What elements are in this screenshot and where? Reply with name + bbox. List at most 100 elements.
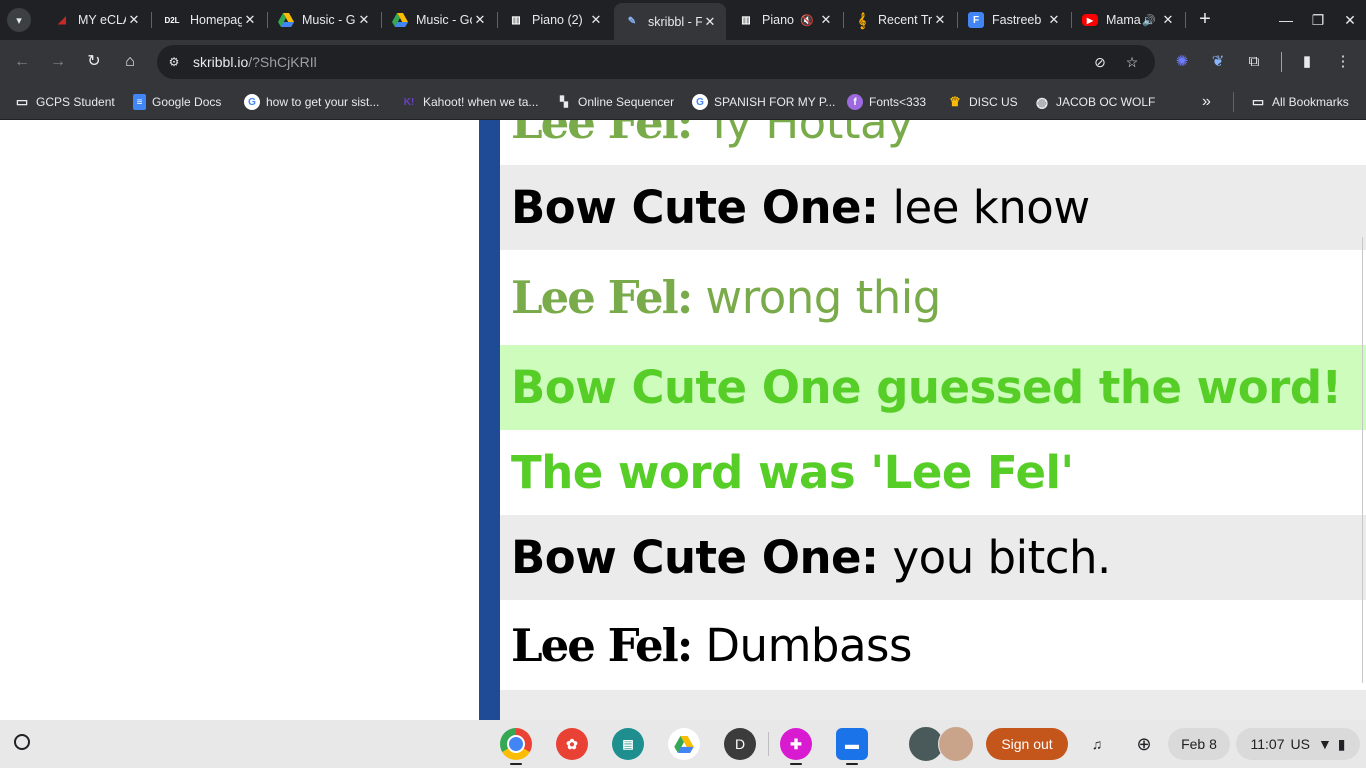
side-panel-icon[interactable]: ▮ <box>1296 51 1318 73</box>
toolbar-separator <box>1281 52 1282 72</box>
site-info-icon[interactable]: ⚙ <box>166 54 182 70</box>
plus-app-icon[interactable]: ✚ <box>780 728 812 760</box>
more-bookmarks-icon[interactable]: » <box>1202 93 1211 111</box>
tab-homepage[interactable]: D2L Homepage ✕ <box>152 5 266 35</box>
wifi-icon: ▼ <box>1317 736 1332 752</box>
tab-piano[interactable]: ▥ Piano 🔇 ✕ <box>728 5 842 35</box>
eclass-icon: ◢ <box>58 14 66 26</box>
bookmark-online-sequencer[interactable]: ▚ Online Sequencer <box>556 93 674 111</box>
bookmark-label: Fonts<333 <box>869 95 927 109</box>
google-icon: G <box>244 94 260 110</box>
chat-text: you bitch. <box>892 531 1112 584</box>
chat-text: The word was 'Lee Fel' <box>511 446 1074 499</box>
running-indicator <box>846 763 858 765</box>
maximize-icon[interactable]: ❐ <box>1306 8 1330 32</box>
tab-fastreeb[interactable]: F Fastreeb ✕ <box>958 5 1070 35</box>
canvas-icon[interactable]: ✿ <box>556 728 588 760</box>
tab-myeclass[interactable]: ◢ MY eCLASS ✕ <box>44 5 150 35</box>
chat-message-cut-off <box>500 690 1366 720</box>
close-icon[interactable]: ✕ <box>472 12 488 28</box>
close-icon[interactable]: ✕ <box>356 12 372 28</box>
tab-music-drive-1[interactable]: Music - Google Drive ✕ <box>268 5 380 35</box>
drive-icon[interactable] <box>668 728 700 760</box>
chrome-icon[interactable] <box>500 728 532 760</box>
tab-title: Recent Tracks <box>878 13 932 27</box>
files-icon[interactable]: ▬ <box>836 728 868 760</box>
tab-title: Piano <box>762 13 794 27</box>
status-tray[interactable]: 11:07 US ▼ ▮ <box>1236 728 1360 760</box>
close-icon[interactable]: ✕ <box>818 12 834 28</box>
audio-playing-icon[interactable]: 🔊 <box>1142 14 1156 27</box>
camera-blocked-icon[interactable]: ⊘ <box>1091 53 1109 71</box>
bookmark-google-docs[interactable]: ≡ Google Docs <box>133 93 221 111</box>
menu-kebab-icon[interactable]: ⋮ <box>1332 51 1354 73</box>
folder-icon: ▭ <box>1251 94 1265 109</box>
bookmarks-separator <box>1233 92 1234 112</box>
close-icon[interactable]: ✕ <box>588 12 604 28</box>
home-icon[interactable]: ⌂ <box>118 50 142 74</box>
close-icon[interactable]: ✕ <box>242 12 258 28</box>
add-note-icon[interactable]: ⊕ <box>1128 728 1160 760</box>
close-icon[interactable]: ✕ <box>932 12 948 28</box>
chat-side-border <box>479 120 500 720</box>
muted-audio-icon[interactable]: 🔇 <box>800 14 814 27</box>
bookmarks-bar: ▭ GCPS Student ≡ Google Docs G how to ge… <box>0 84 1366 120</box>
close-icon[interactable]: ✕ <box>1160 12 1176 28</box>
tab-piano-2[interactable]: ▥ Piano (2) ✕ <box>498 5 612 35</box>
close-icon[interactable]: ✕ <box>126 12 142 28</box>
browser-toolbar: ← → ↻ ⌂ ⚙ skribbl.io/?ShCjKRIl ⊘ ☆ ✺ ❦ ⧉… <box>0 40 1366 84</box>
tab-recent-tracks[interactable]: 𝄞 Recent Tracks ✕ <box>844 5 956 35</box>
date-pill[interactable]: Feb 8 <box>1168 728 1230 760</box>
tab-title: skribbl - Free Multiplayer <box>648 14 702 29</box>
bookmark-fonts[interactable]: f Fonts<333 <box>847 93 926 111</box>
tab-youtube[interactable]: ▶ Mama 🔊 ✕ <box>1072 5 1184 35</box>
extensions-puzzle-icon[interactable]: ⧉ <box>1243 51 1265 73</box>
chat-scrollbar[interactable] <box>1362 237 1366 683</box>
close-icon[interactable]: ✕ <box>1046 12 1062 28</box>
tab-skribbl[interactable]: ✎ skribbl - Free Multiplayer ✕ <box>614 3 726 40</box>
avatar[interactable] <box>938 726 974 762</box>
close-icon[interactable]: ✕ <box>702 14 718 30</box>
sign-out-button[interactable]: Sign out <box>986 728 1068 760</box>
tab-title: Music - Google Drive <box>302 13 356 27</box>
piano-icon: ▥ <box>511 14 521 26</box>
reload-icon[interactable]: ↻ <box>82 50 106 74</box>
chat-author: Lee Fel: <box>511 618 693 672</box>
chat-text: Bow Cute One guessed the word! <box>511 361 1342 414</box>
bookmark-disc-us[interactable]: ♛ DISC US <box>947 93 1018 111</box>
address-bar[interactable]: ⚙ skribbl.io/?ShCjKRIl ⊘ ☆ <box>157 45 1155 79</box>
drive-icon <box>392 12 408 28</box>
user-avatars[interactable] <box>908 726 974 762</box>
extension-gear-icon[interactable]: ✺ <box>1171 51 1193 73</box>
chat-author: Bow Cute One: <box>511 181 879 234</box>
url-text[interactable]: skribbl.io/?ShCjKRIl <box>193 54 317 70</box>
bookmark-spanish[interactable]: G SPANISH FOR MY P... <box>692 93 835 111</box>
launcher-icon[interactable] <box>12 732 36 756</box>
globe-icon: ◍ <box>1035 93 1049 110</box>
back-icon[interactable]: ← <box>10 50 34 74</box>
bookmark-label: how to get your sist... <box>266 95 380 109</box>
bookmark-star-icon[interactable]: ☆ <box>1123 53 1141 71</box>
shelf-separator <box>768 732 769 756</box>
d-app-icon[interactable]: D <box>724 728 756 760</box>
tab-search-button[interactable]: ▾ <box>7 8 31 32</box>
bookmark-how-to[interactable]: G how to get your sist... <box>244 93 379 111</box>
running-indicator <box>790 763 802 765</box>
locale-text: US <box>1290 736 1310 752</box>
tab-music-drive-2[interactable]: Music - Google Drive ✕ <box>382 5 496 35</box>
forward-icon[interactable]: → <box>46 50 70 74</box>
bookmark-gcps-student[interactable]: ▭ GCPS Student <box>14 93 115 111</box>
chat-message: Lee Fel: Dumbass <box>500 600 1366 690</box>
chat-author: Lee Fel: <box>511 271 693 324</box>
media-controls-icon[interactable]: ♫ <box>1082 728 1112 760</box>
bookmark-label: DISC US <box>969 95 1018 109</box>
minimize-icon[interactable]: — <box>1274 8 1298 32</box>
close-window-icon[interactable]: ✕ <box>1338 8 1362 32</box>
classroom-icon[interactable]: ▤ <box>612 728 644 760</box>
new-tab-button[interactable]: + <box>1193 8 1217 32</box>
bookmark-kahoot[interactable]: K! Kahoot! when we ta... <box>401 93 539 111</box>
bookmark-jacob-oc-wolf[interactable]: ◍ JACOB OC WOLF <box>1034 93 1155 111</box>
chat-message: Bow Cute One: lee know <box>500 165 1366 250</box>
all-bookmarks-button[interactable]: ▭ All Bookmarks <box>1250 93 1349 111</box>
extension-leaf-icon[interactable]: ❦ <box>1207 51 1229 73</box>
